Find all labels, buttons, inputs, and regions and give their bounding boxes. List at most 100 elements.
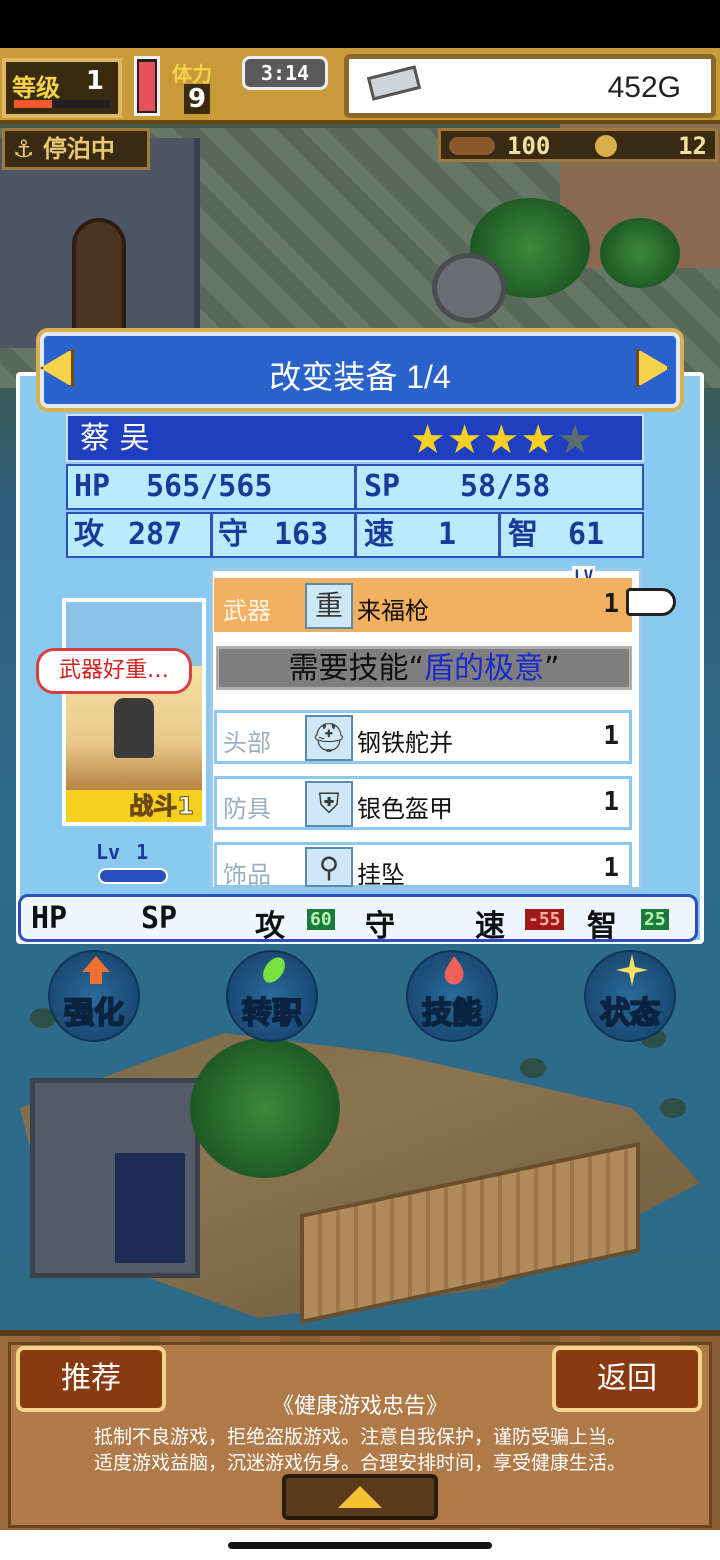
upgrade-button[interactable]: 强化	[48, 950, 140, 1042]
upgrade-label: 强化	[63, 995, 125, 1032]
slot-kind: 饰品	[223, 861, 271, 889]
equip-slot-head[interactable]: 头部 ⛑ 钢铁舵并 1	[214, 710, 632, 764]
sea-rock	[520, 1058, 546, 1078]
diff-def-label: 守	[365, 909, 395, 944]
helmet-icon: ⛑	[305, 715, 353, 761]
star-icon: ★	[409, 417, 447, 463]
change-job-label: 转职	[241, 995, 303, 1032]
sea-rock	[660, 1098, 686, 1118]
stamina-gauge	[134, 56, 160, 116]
armor-icon: ⛨	[305, 781, 353, 827]
arrow-up-icon	[82, 956, 110, 984]
item-level: 1	[603, 787, 619, 817]
pendant-icon: ⚲	[305, 847, 353, 887]
diff-int-label: 智	[587, 909, 617, 944]
spd-label: 速	[364, 517, 394, 552]
diff-atk-label: 攻	[255, 909, 285, 944]
star-icon: ★	[520, 417, 558, 463]
skill-req-prefix: 需要技能“	[288, 651, 424, 686]
skills-label: 技能	[421, 995, 483, 1032]
diff-int-value: 25	[641, 909, 669, 930]
character-exp-bar	[98, 868, 168, 884]
diff-spd-label: 速	[475, 909, 505, 944]
diff-spd-value: -55	[525, 909, 564, 930]
diff-hp-label: HP	[31, 901, 68, 936]
sparkle-icon	[616, 954, 648, 986]
level-value: 1	[85, 66, 104, 96]
anchored-label: 停泊中	[42, 135, 115, 163]
skills-button[interactable]: 技能	[406, 950, 498, 1042]
character-level: Lv 1	[96, 840, 148, 864]
skill-requirement: 需要技能“盾的极意”	[216, 646, 632, 690]
slot-kind: 头部	[223, 729, 271, 757]
expand-menu-button[interactable]	[282, 1474, 438, 1520]
item-name: 银色盔甲	[357, 795, 453, 823]
job-badge: 战斗1	[66, 790, 202, 822]
well	[432, 253, 506, 323]
attr-row: 攻 287 守 163 速 1 智 61	[66, 512, 644, 558]
resource-a-value: 100	[507, 132, 551, 160]
level-label: 等级	[12, 74, 60, 102]
int-label: 智	[508, 517, 538, 552]
panel-title: 改变装备 1/4	[269, 359, 451, 395]
skill-req-suffix: ”	[544, 651, 560, 686]
exp-bar	[14, 100, 110, 108]
anchored-status[interactable]: ⚓ 停泊中	[2, 128, 150, 170]
hero-sprite	[114, 698, 154, 758]
status-button[interactable]: 状态	[584, 950, 676, 1042]
leaf-icon	[263, 957, 285, 983]
atk-label: 攻	[74, 517, 104, 552]
coin-icon	[595, 135, 617, 157]
equip-slot-weapon[interactable]: 武器 重 来福枪 1	[214, 578, 632, 632]
character-portrait[interactable]: 战斗1	[62, 598, 206, 826]
heavy-weapon-icon: 重	[305, 583, 353, 629]
star-icon: ★	[483, 417, 521, 463]
level-label: Lv	[96, 840, 121, 864]
resource-bar: 100 12	[438, 128, 718, 162]
stat-change-row: HP SP 攻 60 守 速 -55 智 25	[18, 894, 698, 944]
health-notice-line1: 抵制不良游戏，拒绝盗版游戏。注意自我保护，谨防受骗上当。	[93, 1426, 626, 1448]
spd-value: 1	[438, 517, 457, 552]
slot-kind: 武器	[223, 597, 271, 625]
flame-icon	[444, 956, 464, 985]
speech-bubble: 武器好重…	[36, 648, 192, 694]
chevron-up-icon	[338, 1486, 382, 1508]
stamina-label: 体力	[172, 62, 212, 86]
item-level: 1	[603, 589, 619, 619]
health-notice-title: 《健康游戏忠告》	[271, 1394, 448, 1419]
sp-label: SP	[364, 469, 401, 504]
silver-bar-icon	[366, 65, 422, 101]
status-label: 状态	[599, 995, 661, 1032]
harbor-fort	[30, 1078, 200, 1278]
system-home-bar	[0, 1530, 720, 1560]
atk-value: 287	[128, 517, 183, 552]
timer: 3:14	[242, 56, 328, 90]
rarity-stars: ★★★★★	[410, 418, 594, 462]
def-value: 163	[274, 517, 329, 552]
item-name: 挂坠	[357, 861, 405, 889]
gold-display: 452G	[344, 54, 716, 118]
character-name: 蔡 吴	[80, 421, 150, 456]
equip-slot-armor[interactable]: 防具 ⛨ 银色盔甲 1	[214, 776, 632, 830]
diff-sp-label: SP	[141, 901, 178, 936]
required-skill-name: 盾的极意	[424, 651, 544, 686]
character-name-bar: 蔡 吴 ★★★★★	[66, 414, 644, 462]
hp-value: 565/565	[146, 469, 273, 504]
home-indicator[interactable]	[228, 1542, 492, 1549]
resource-b-value: 12	[678, 132, 707, 160]
stamina-box: 体力 9 3:14	[166, 54, 336, 118]
anchor-icon: ⚓	[13, 135, 35, 163]
pointer-hand-icon	[626, 588, 676, 616]
player-level: 等级 1	[2, 58, 122, 118]
island-trees	[190, 1038, 340, 1178]
level-value: 1	[136, 840, 149, 864]
health-notice-line2: 适度游戏益脑，沉迷游戏伤身。合理安排时间，享受健康生活。	[93, 1452, 626, 1474]
slot-kind: 防具	[223, 795, 271, 823]
int-value: 61	[568, 517, 605, 552]
change-job-button[interactable]: 转职	[226, 950, 318, 1042]
hp-label: HP	[74, 469, 111, 504]
item-name: 来福枪	[357, 597, 429, 625]
equip-slot-accessory[interactable]: 饰品 ⚲ 挂坠 1	[214, 842, 632, 889]
item-name: 钢铁舵并	[357, 729, 453, 757]
bush	[600, 218, 680, 288]
